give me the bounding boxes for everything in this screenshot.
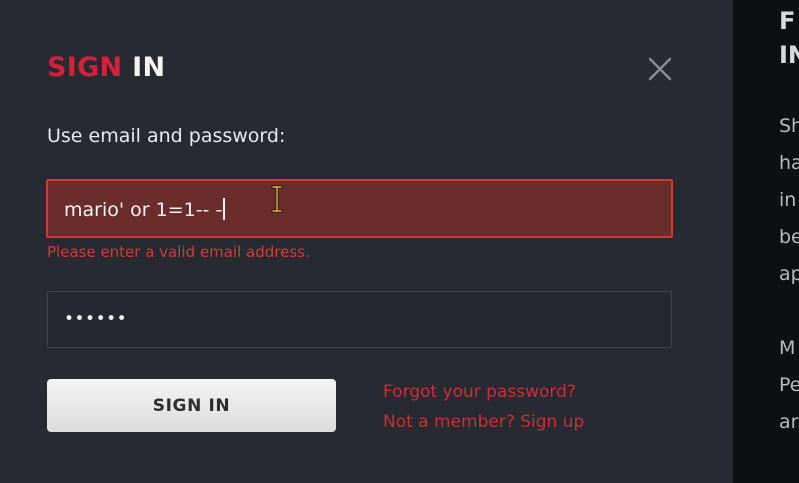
background-text-line: in	[779, 189, 797, 211]
password-field[interactable]: ••••••	[47, 291, 672, 348]
instruction-text: Use email and password:	[47, 125, 286, 147]
password-field-value: ••••••	[64, 309, 128, 329]
text-cursor-icon	[271, 185, 283, 213]
screen: SIGN IN Use email and password: mario' o…	[0, 0, 799, 483]
email-field-value: mario' or 1=1-- -	[64, 197, 226, 223]
close-icon	[648, 57, 672, 81]
title-accent-word: SIGN	[47, 52, 123, 83]
background-text-line: ap	[779, 263, 799, 285]
sign-up-link[interactable]: Not a member? Sign up	[383, 411, 584, 433]
sign-in-button[interactable]: SIGN IN	[47, 379, 336, 432]
background-text-line: be	[779, 226, 799, 248]
background-text-line: M	[779, 337, 796, 359]
email-error-message: Please enter a valid email address.	[47, 243, 310, 261]
background-heading-line: IN	[779, 41, 799, 69]
background-text-line: ha	[779, 152, 799, 174]
background-heading-line: F	[779, 7, 796, 35]
close-button[interactable]	[644, 54, 676, 86]
title-main-word: IN	[132, 52, 166, 83]
forgot-password-link[interactable]: Forgot your password?	[383, 381, 576, 403]
sign-in-modal: SIGN IN Use email and password: mario' o…	[0, 0, 733, 483]
email-field[interactable]: mario' or 1=1-- -	[46, 179, 673, 238]
email-value-text: mario' or 1=1-- -	[64, 199, 223, 221]
modal-title: SIGN IN	[47, 52, 165, 84]
background-text-line: Pe	[779, 374, 799, 396]
text-caret	[223, 198, 226, 220]
background-text-line: Sh	[779, 115, 799, 137]
background-text-line: ar	[779, 411, 799, 433]
